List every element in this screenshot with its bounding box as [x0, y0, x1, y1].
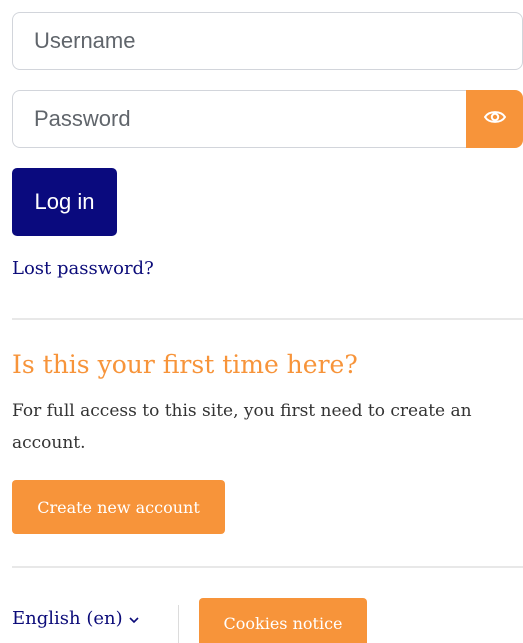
lost-password-link[interactable]: Lost password? [12, 258, 154, 279]
divider [12, 566, 523, 568]
chevron-down-icon [129, 608, 139, 629]
login-page: Username Password Log in Lost password? … [0, 0, 523, 643]
username-input[interactable]: Username [12, 12, 523, 70]
password-input[interactable]: Password [12, 90, 468, 148]
reveal-password-button[interactable] [466, 90, 523, 148]
divider [12, 318, 523, 320]
cookies-notice-button[interactable]: Cookies notice [199, 598, 367, 643]
signup-description: For full access to this site, you first … [12, 401, 472, 453]
create-account-button[interactable]: Create new account [12, 480, 225, 534]
signup-heading: Is this your first time here? [12, 350, 358, 379]
footer-separator [178, 605, 179, 643]
login-button[interactable]: Log in [12, 168, 117, 236]
language-label: English (en) [12, 608, 123, 629]
language-selector[interactable]: English (en) [12, 608, 139, 629]
password-placeholder: Password [34, 106, 131, 131]
username-placeholder: Username [34, 28, 136, 53]
eye-icon [483, 109, 506, 130]
